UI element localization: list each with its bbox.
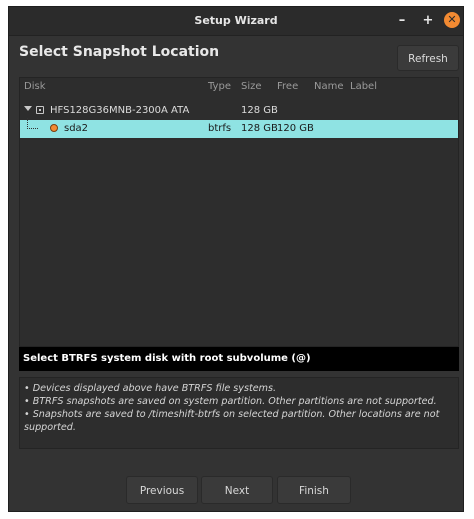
- partition-name: sda2: [64, 123, 89, 134]
- tree-connector: [27, 118, 38, 129]
- finish-button[interactable]: Finish: [277, 476, 351, 504]
- column-name[interactable]: Name: [314, 81, 344, 92]
- table-row-disk[interactable]: HFS128G36MNB-2300A ATA 128 GB: [20, 102, 458, 120]
- title-bar: Setup Wizard – + ✕: [9, 7, 463, 36]
- expand-arrow-icon[interactable]: [24, 106, 32, 111]
- maximize-icon[interactable]: +: [419, 12, 437, 30]
- partition-type: btrfs: [208, 123, 232, 134]
- setup-wizard-window: Setup Wizard – + ✕ Select Snapshot Locat…: [8, 6, 464, 512]
- column-label[interactable]: Label: [350, 81, 377, 92]
- close-icon[interactable]: ✕: [444, 12, 460, 28]
- partition-icon: [50, 124, 58, 132]
- partition-size: 128 GB: [241, 123, 278, 134]
- table-header: Disk Type Size Free Name Label: [20, 78, 458, 96]
- note-item: • Devices displayed above have BTRFS fil…: [24, 383, 277, 394]
- page-title: Select Snapshot Location: [19, 44, 220, 60]
- disk-name: HFS128G36MNB-2300A ATA: [50, 105, 190, 116]
- column-free[interactable]: Free: [277, 81, 298, 92]
- previous-button[interactable]: Previous: [126, 476, 198, 504]
- column-type[interactable]: Type: [208, 81, 231, 92]
- note-item: • BTRFS snapshots are saved on system pa…: [24, 396, 437, 407]
- next-button[interactable]: Next: [201, 476, 273, 504]
- disk-size: 128 GB: [241, 105, 278, 116]
- note-item: • Snapshots are saved to /timeshift-btrf…: [24, 409, 440, 433]
- partition-free: 120 GB: [277, 123, 314, 134]
- minimize-icon[interactable]: –: [393, 12, 411, 30]
- table-row-partition[interactable]: sda2 btrfs 128 GB 120 GB: [20, 118, 458, 138]
- refresh-button[interactable]: Refresh: [397, 45, 459, 71]
- column-disk[interactable]: Disk: [24, 81, 45, 92]
- column-size[interactable]: Size: [241, 81, 262, 92]
- disk-table: Disk Type Size Free Name Label HFS128G36…: [19, 77, 459, 347]
- info-notes: • Devices displayed above have BTRFS fil…: [19, 377, 459, 449]
- drive-icon: [36, 106, 44, 114]
- status-message: Select BTRFS system disk with root subvo…: [19, 347, 459, 371]
